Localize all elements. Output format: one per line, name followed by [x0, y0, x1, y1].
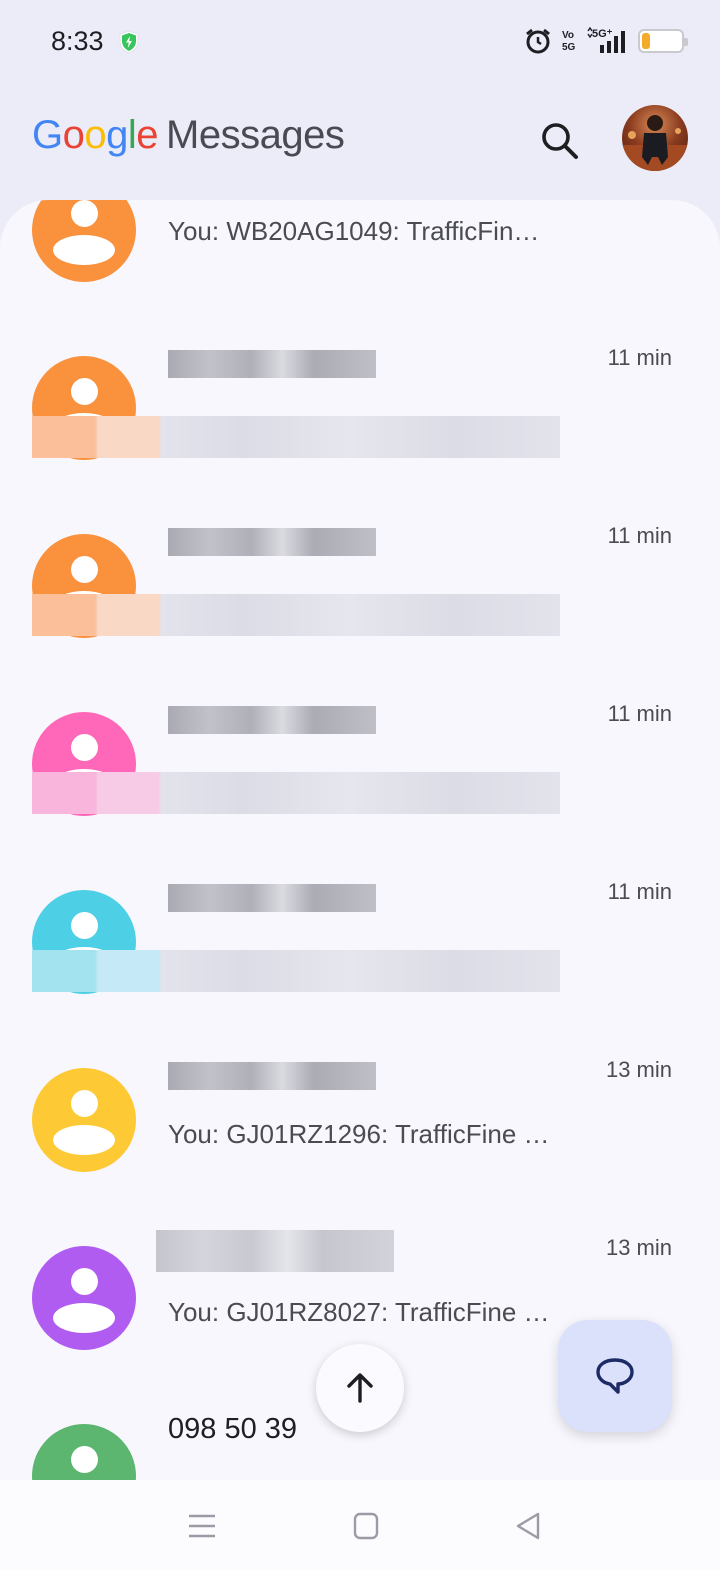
conversation-item[interactable]: You: GJ01RZ1296: TrafficFine … 13 min — [0, 1015, 720, 1193]
avatar-head — [71, 734, 98, 761]
redacted-contact-name — [168, 1062, 376, 1090]
avatar-body — [53, 1125, 115, 1155]
avatar-body — [53, 1303, 115, 1333]
contact-avatar-icon — [32, 1424, 136, 1480]
conversation-item[interactable]: 11 min — [0, 303, 720, 481]
conversation-list[interactable]: You: WB20AG1049: TrafficFin… 11 min 11 min… — [0, 200, 720, 1480]
status-icons: Vo 5G 5G⁺ 22 — [524, 26, 688, 56]
avatar-head — [71, 1090, 98, 1117]
avatar-head — [71, 912, 98, 939]
contact-avatar-icon — [32, 1246, 136, 1350]
redacted-contact-name — [168, 528, 376, 556]
back-icon[interactable] — [508, 1508, 548, 1544]
message-snippet: You: WB20AG1049: TrafficFin… — [168, 216, 540, 246]
arrow-up-icon — [347, 1373, 373, 1403]
battery-level: 22 — [650, 30, 672, 51]
svg-text:5G⁺: 5G⁺ — [592, 28, 613, 40]
avatar-head — [71, 200, 98, 227]
message-time: 11 min — [607, 701, 672, 726]
conversation-item[interactable]: 11 min — [0, 659, 720, 837]
conversation-item[interactable]: 11 min — [0, 481, 720, 659]
home-icon[interactable] — [346, 1508, 386, 1544]
security-shield-icon — [119, 30, 139, 54]
battery-fill — [642, 33, 650, 49]
account-photo — [622, 115, 688, 171]
battery-indicator: 22 — [638, 29, 688, 53]
message-time: 11 min — [607, 523, 672, 548]
app-header: Google Messages — [0, 95, 720, 185]
avatar-head — [71, 556, 98, 583]
start-chat-button[interactable] — [558, 1320, 672, 1432]
avatar-body — [53, 235, 115, 265]
message-snippet: You: GJ01RZ1296: TrafficFine … — [168, 1119, 550, 1149]
avatar-head — [71, 1446, 98, 1473]
message-snippet: You: GJ01RZ8027: TrafficFine … — [168, 1297, 550, 1327]
contact-name: 098 50 39 — [168, 1413, 298, 1445]
contact-avatar-icon — [32, 200, 136, 282]
redacted-message-snippet — [32, 594, 560, 636]
app-logo: Google Messages — [32, 113, 345, 158]
message-time: 13 min — [605, 1235, 672, 1260]
system-nav-bar — [0, 1480, 720, 1570]
alarm-icon — [526, 28, 550, 54]
start-chat-icon — [596, 1358, 634, 1394]
svg-text:5G: 5G — [562, 42, 576, 53]
conversation-item[interactable]: You: WB20AG1049: TrafficFin… — [0, 200, 720, 303]
scroll-to-top-button[interactable] — [316, 1344, 404, 1432]
redacted-contact-name — [168, 706, 376, 734]
google-wordmark: Google — [32, 113, 159, 157]
conversation-item[interactable]: 11 min — [0, 837, 720, 1015]
status-time: 8:33 — [51, 26, 104, 56]
message-time: 13 min — [605, 1057, 672, 1082]
redacted-contact-name — [168, 350, 376, 378]
account-avatar[interactable] — [622, 105, 688, 171]
redacted-message-snippet — [32, 772, 560, 814]
redacted-contact-name — [156, 1230, 394, 1272]
menu-icon[interactable] — [182, 1508, 222, 1544]
svg-text:Vo: Vo — [562, 30, 574, 41]
volte-icon: Vo 5G — [562, 30, 576, 53]
avatar-head — [71, 1268, 98, 1295]
avatar-head — [71, 378, 98, 405]
app-name: Messages — [166, 113, 345, 157]
contact-avatar-icon — [32, 1068, 136, 1172]
search-icon[interactable] — [532, 113, 588, 169]
status-bar: 8:33 Vo 5G 5G⁺ 22 — [0, 0, 720, 82]
message-time: 11 min — [607, 345, 672, 370]
message-time: 11 min — [607, 879, 672, 904]
redacted-message-snippet — [32, 950, 560, 992]
signal-5g-icon: 5G⁺ — [587, 27, 625, 53]
battery-tip — [684, 38, 688, 46]
redacted-contact-name — [168, 884, 376, 912]
redacted-message-snippet — [32, 416, 560, 458]
